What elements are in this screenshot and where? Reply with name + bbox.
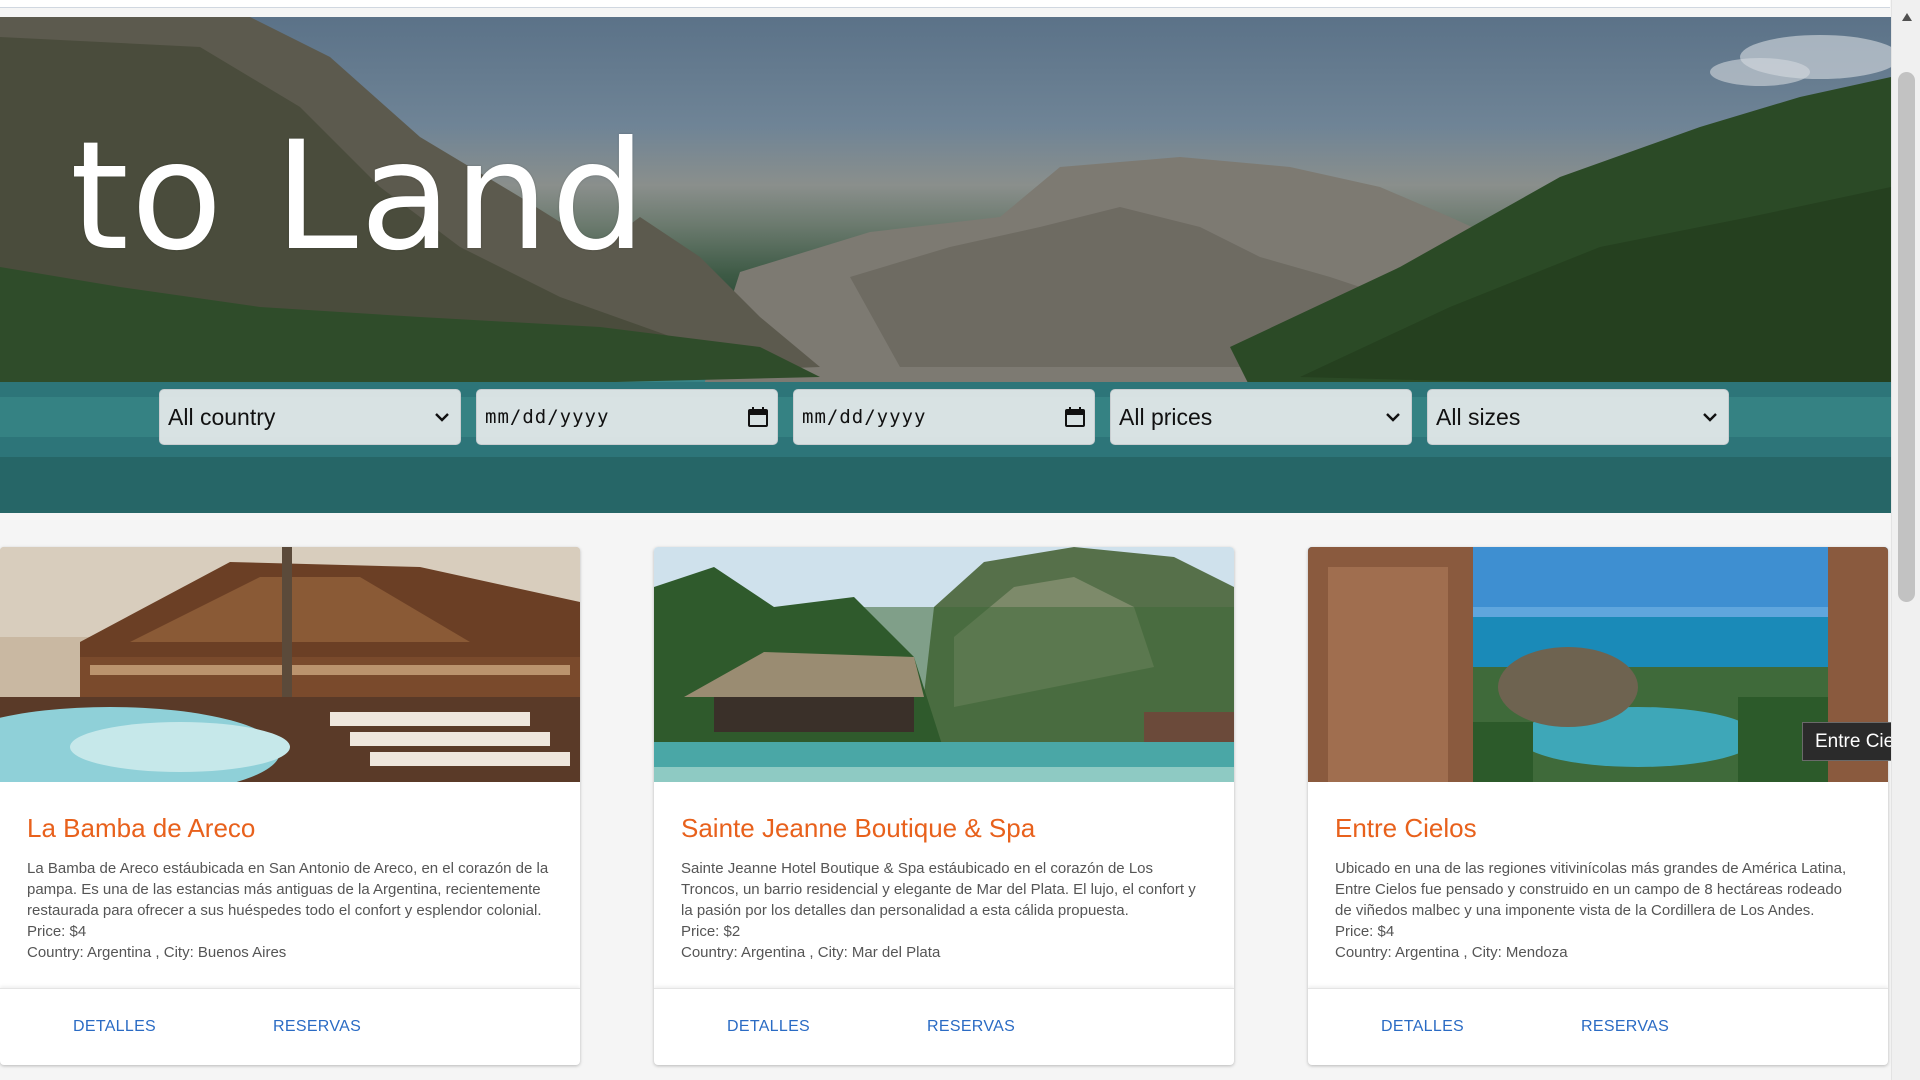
hotel-description: La Bamba de Areco estáubicada en San Ant… <box>27 860 549 919</box>
chevron-down-icon <box>1386 413 1400 422</box>
hotel-price: Price: $4 <box>1335 923 1395 940</box>
hotel-price: Price: $4 <box>27 923 87 940</box>
card-actions: DETALLES RESERVAS <box>1308 988 1888 1065</box>
hotel-card: Sainte Jeanne Boutique & Spa Sainte Jean… <box>654 547 1234 1065</box>
check-in-date-value: mm/dd/yyyy <box>485 406 610 428</box>
hotel-image-la-bamba[interactable] <box>0 547 580 782</box>
reservas-button[interactable]: RESERVAS <box>927 1018 1015 1036</box>
chevron-down-icon <box>1703 413 1717 422</box>
hotel-image-entre-cielos[interactable] <box>1308 547 1888 782</box>
hotel-location: Country: Argentina , City: Buenos Aires <box>27 944 287 961</box>
hotel-price: Price: $2 <box>681 923 741 940</box>
prices-select[interactable]: All prices <box>1110 389 1412 445</box>
hero-title: to Land <box>70 110 649 284</box>
top-edge <box>0 0 1890 8</box>
browser-viewport: to Land All country mm/dd/yyyy mm/dd/yyy… <box>0 0 1920 1080</box>
hotel-name[interactable]: Sainte Jeanne Boutique & Spa <box>681 813 1207 844</box>
calendar-icon[interactable] <box>747 406 769 428</box>
hotel-card: La Bamba de Areco La Bamba de Areco está… <box>0 547 580 1065</box>
reservas-button[interactable]: RESERVAS <box>273 1018 361 1036</box>
card-actions: DETALLES RESERVAS <box>654 988 1234 1065</box>
hotel-name[interactable]: Entre Cielos <box>1335 813 1861 844</box>
hotel-description: Ubicado en una de las regiones vitiviníc… <box>1335 860 1847 919</box>
chevron-down-icon <box>435 413 449 422</box>
hotel-card: Entre Cielos Ubicado en una de las regio… <box>1308 547 1888 1065</box>
sizes-select[interactable]: All sizes <box>1427 389 1729 445</box>
vertical-scrollbar[interactable] <box>1891 0 1920 1080</box>
scroll-up-arrow-icon[interactable] <box>1892 8 1920 26</box>
scrollbar-thumb[interactable] <box>1898 72 1915 602</box>
hotel-location: Country: Argentina , City: Mar del Plata <box>681 944 941 961</box>
reservas-button[interactable]: RESERVAS <box>1581 1018 1669 1036</box>
check-in-date-input[interactable]: mm/dd/yyyy <box>476 389 778 445</box>
check-out-date-input[interactable]: mm/dd/yyyy <box>793 389 1095 445</box>
hotel-description: Sainte Jeanne Hotel Boutique & Spa estáu… <box>681 860 1196 919</box>
hotel-name[interactable]: La Bamba de Areco <box>27 813 553 844</box>
detalles-button[interactable]: DETALLES <box>1381 1018 1464 1036</box>
country-select[interactable]: All country <box>159 389 461 445</box>
card-actions: DETALLES RESERVAS <box>0 988 580 1065</box>
hotel-location: Country: Argentina , City: Mendoza <box>1335 944 1568 961</box>
sizes-select-value: All sizes <box>1436 403 1521 430</box>
prices-select-value: All prices <box>1119 403 1213 430</box>
detalles-button[interactable]: DETALLES <box>727 1018 810 1036</box>
detalles-button[interactable]: DETALLES <box>73 1018 156 1036</box>
country-select-value: All country <box>168 403 276 430</box>
check-out-date-value: mm/dd/yyyy <box>802 406 927 428</box>
calendar-icon[interactable] <box>1064 406 1086 428</box>
hotel-image-sainte-jeanne[interactable] <box>654 547 1234 782</box>
